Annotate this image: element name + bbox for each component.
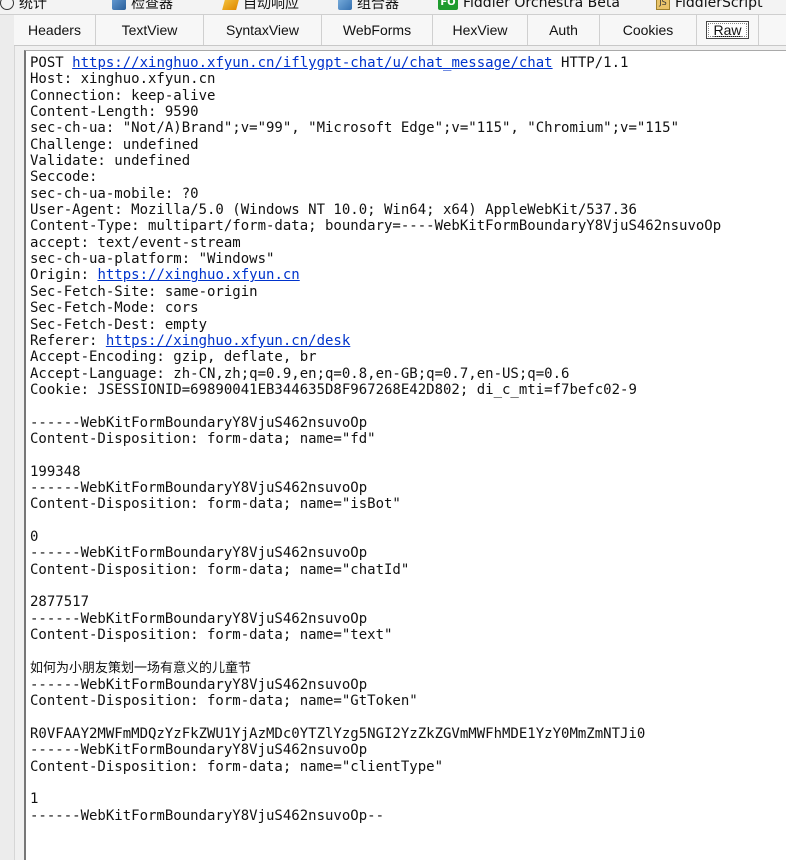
tab-fiddlerscript[interactable]: JS FiddlerScript (656, 0, 763, 13)
tab-syntaxview[interactable]: SyntaxView (204, 15, 322, 45)
autoresponder-icon (222, 0, 240, 10)
left-gutter (0, 15, 15, 860)
referer-link[interactable]: https://xinghuo.xfyun.cn/desk (106, 333, 350, 349)
fo-icon: FO (438, 0, 458, 10)
tab-inspectors[interactable]: 检查器 (112, 0, 173, 13)
tab-label: FiddlerScript (675, 0, 763, 11)
top-tab-bar: 统计 检查器 自动响应 组合器 FO Fiddler Orchestra Bet… (0, 0, 786, 15)
stats-icon (0, 0, 14, 10)
origin-link[interactable]: https://xinghuo.xfyun.cn (97, 267, 299, 283)
raw-request-view[interactable]: POST https://xinghuo.xfyun.cn/iflygpt-ch… (24, 50, 786, 860)
tab-auth[interactable]: Auth (528, 15, 600, 45)
tab-label: Fiddler Orchestra Beta (463, 0, 620, 11)
tab-statistics[interactable]: 统计 (0, 0, 47, 13)
tab-raw[interactable]: Raw (697, 15, 759, 45)
tab-headers[interactable]: Headers (14, 15, 96, 45)
tab-textview[interactable]: TextView (96, 15, 204, 45)
tab-label: 自动响应 (243, 0, 299, 12)
tab-label: 组合器 (357, 0, 399, 12)
tab-webforms[interactable]: WebForms (322, 15, 433, 45)
composer-icon (338, 0, 352, 10)
js-icon: JS (656, 0, 670, 10)
tab-label: 统计 (19, 0, 47, 12)
raw-request-text[interactable]: POST https://xinghuo.xfyun.cn/iflygpt-ch… (30, 55, 721, 824)
tab-overflow[interactable] (759, 15, 786, 45)
tab-label: 检查器 (131, 0, 173, 12)
inspector-icon (112, 0, 126, 10)
request-url-link[interactable]: https://xinghuo.xfyun.cn/iflygpt-chat/u/… (72, 55, 552, 71)
tab-autoresponder[interactable]: 自动响应 (222, 0, 299, 13)
tab-fiddler-orchestra[interactable]: FO Fiddler Orchestra Beta (438, 0, 620, 13)
tab-hexview[interactable]: HexView (433, 15, 528, 45)
request-inspector-tabs: Headers TextView SyntaxView WebForms Hex… (14, 15, 786, 46)
tab-composer[interactable]: 组合器 (338, 0, 399, 13)
tab-cookies[interactable]: Cookies (600, 15, 697, 45)
